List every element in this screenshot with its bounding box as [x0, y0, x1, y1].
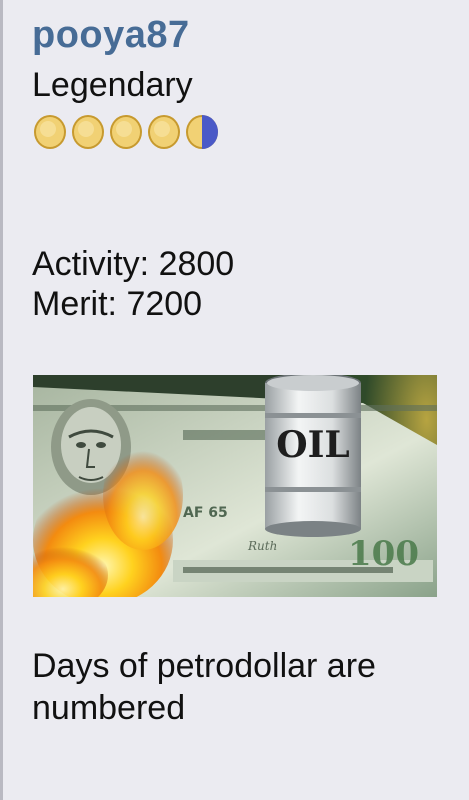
username-link[interactable]: pooya87	[32, 14, 190, 57]
svg-text:Ruth: Ruth	[247, 539, 277, 553]
coin-icon	[34, 115, 66, 149]
coin-icon	[148, 115, 180, 149]
svg-text:AF 65: AF 65	[183, 505, 228, 521]
rank-coins	[32, 114, 220, 150]
svg-text:100: 100	[348, 534, 419, 574]
avatar-image: AF 65 Ruth OIL 100	[33, 375, 437, 597]
signature-text: Days of petrodollar are numbered	[32, 647, 376, 727]
half-coin-icon	[186, 115, 218, 149]
user-stats: Activity: 2800 Merit: 7200	[32, 244, 234, 324]
activity-stat: Activity: 2800	[32, 245, 235, 283]
merit-stat: Merit: 7200	[32, 285, 203, 323]
coin-icon	[72, 115, 104, 149]
user-rank: Legendary	[32, 66, 193, 104]
coin-icon	[110, 115, 142, 149]
user-profile-panel: pooya87 Legendary Activity: 2800 Merit: …	[0, 0, 469, 800]
avatar-oil-text: OIL	[276, 424, 350, 466]
